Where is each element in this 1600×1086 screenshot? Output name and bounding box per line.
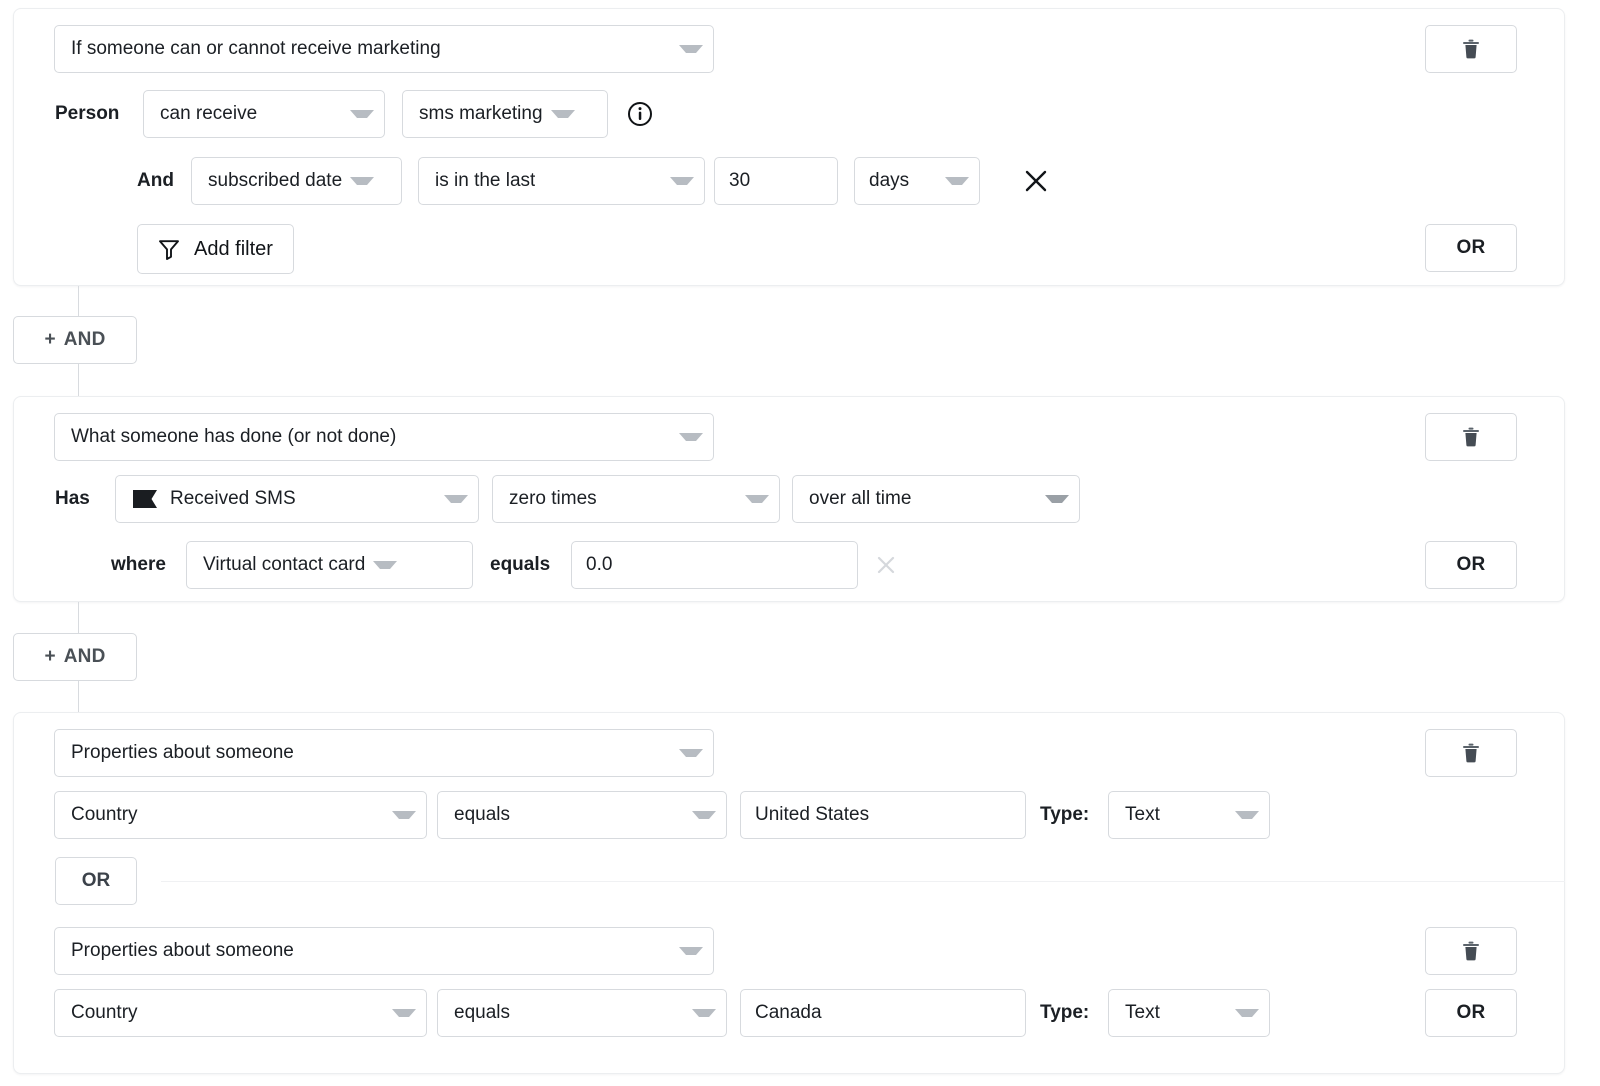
connector-line-bottom-1: [78, 364, 79, 396]
property-value-input-1[interactable]: United States: [740, 791, 1026, 839]
chevron-down-icon: [679, 433, 703, 441]
chevron-down-icon: [1235, 811, 1259, 819]
add-and-group-button-1[interactable]: + AND: [13, 316, 137, 364]
chevron-down-icon: [679, 947, 703, 955]
delete-condition-button[interactable]: [1425, 729, 1517, 777]
trash-icon: [1462, 941, 1480, 961]
add-filter-button[interactable]: Add filter: [137, 224, 294, 274]
condition-card-properties: Properties about someone Country equals …: [13, 712, 1565, 1074]
close-icon: [1022, 167, 1050, 195]
behavior-frequency-select[interactable]: zero times: [492, 475, 780, 523]
row-prefix-has: Has: [55, 475, 90, 523]
chevron-down-icon: [1045, 495, 1069, 503]
close-icon: [874, 553, 898, 577]
connector-line-top-1: [78, 286, 79, 316]
property-type-label-1: Type:: [1040, 791, 1089, 839]
or-divider-line: [161, 881, 1565, 882]
filter-icon: [158, 238, 180, 260]
delete-condition-button[interactable]: [1425, 413, 1517, 461]
chevron-down-icon: [350, 110, 374, 118]
property-operator-select-1[interactable]: equals: [437, 791, 727, 839]
row-prefix-and: And: [137, 157, 174, 205]
trash-icon: [1462, 427, 1480, 447]
marketing-info-button[interactable]: [627, 90, 653, 138]
or-button-marketing[interactable]: OR: [1425, 224, 1517, 272]
behavior-value-input[interactable]: 0.0: [571, 541, 858, 589]
chevron-down-icon: [692, 811, 716, 819]
property-type-select-1[interactable]: Text: [1108, 791, 1270, 839]
condition-card-behavior: What someone has done (or not done) Has …: [13, 396, 1565, 602]
properties-type-select[interactable]: Properties about someone: [54, 729, 714, 777]
delete-condition-button-2[interactable]: [1425, 927, 1517, 975]
behavior-metric-select[interactable]: Received SMS: [115, 475, 479, 523]
row-prefix-where: where: [111, 541, 166, 589]
date-field-select[interactable]: subscribed date: [191, 157, 402, 205]
chevron-down-icon: [392, 1009, 416, 1017]
delete-condition-button[interactable]: [1425, 25, 1517, 73]
segment-builder-canvas: If someone can or cannot receive marketi…: [0, 0, 1600, 1086]
remove-behavior-filter-button[interactable]: [869, 541, 903, 589]
properties-type-select-2[interactable]: Properties about someone: [54, 927, 714, 975]
property-type-select-2[interactable]: Text: [1108, 989, 1270, 1037]
behavior-timeframe-select[interactable]: over all time: [792, 475, 1080, 523]
add-and-group-button-2[interactable]: + AND: [13, 633, 137, 681]
chevron-down-icon: [1235, 1009, 1259, 1017]
row-prefix-person: Person: [55, 90, 119, 138]
chevron-down-icon: [444, 495, 468, 503]
behavior-property-select[interactable]: Virtual contact card: [186, 541, 473, 589]
remove-filter-button[interactable]: [1019, 157, 1053, 205]
info-icon: [627, 101, 653, 127]
chevron-down-icon: [679, 749, 703, 757]
property-type-label-2: Type:: [1040, 989, 1089, 1037]
condition-type-select[interactable]: If someone can or cannot receive marketi…: [54, 25, 714, 73]
property-field-select-1[interactable]: Country: [54, 791, 427, 839]
connector-line-top-2: [78, 602, 79, 633]
behavior-operator-label: equals: [490, 541, 550, 589]
or-divider-button[interactable]: OR: [55, 857, 137, 905]
property-value-input-2[interactable]: Canada: [740, 989, 1026, 1037]
condition-card-marketing: If someone can or cannot receive marketi…: [13, 8, 1565, 286]
property-operator-select-2[interactable]: equals: [437, 989, 727, 1037]
chevron-down-icon: [692, 1009, 716, 1017]
behavior-type-select[interactable]: What someone has done (or not done): [54, 413, 714, 461]
connector-line-bottom-2: [78, 681, 79, 712]
or-button-properties[interactable]: OR: [1425, 989, 1517, 1037]
marketing-permission-select[interactable]: can receive: [143, 90, 385, 138]
marketing-channel-select[interactable]: sms marketing: [402, 90, 608, 138]
trash-icon: [1462, 743, 1480, 763]
or-button-behavior[interactable]: OR: [1425, 541, 1517, 589]
chevron-down-icon: [670, 177, 694, 185]
chevron-down-icon: [373, 561, 397, 569]
property-field-select-2[interactable]: Country: [54, 989, 427, 1037]
chevron-down-icon: [350, 177, 374, 185]
chevron-down-icon: [945, 177, 969, 185]
date-operator-select[interactable]: is in the last: [418, 157, 705, 205]
trash-icon: [1462, 39, 1480, 59]
chevron-down-icon: [679, 45, 703, 53]
chevron-down-icon: [745, 495, 769, 503]
date-unit-select[interactable]: days: [854, 157, 980, 205]
chevron-down-icon: [551, 110, 575, 118]
sms-badge-icon: [132, 489, 158, 509]
chevron-down-icon: [392, 811, 416, 819]
date-value-input[interactable]: 30: [714, 157, 838, 205]
